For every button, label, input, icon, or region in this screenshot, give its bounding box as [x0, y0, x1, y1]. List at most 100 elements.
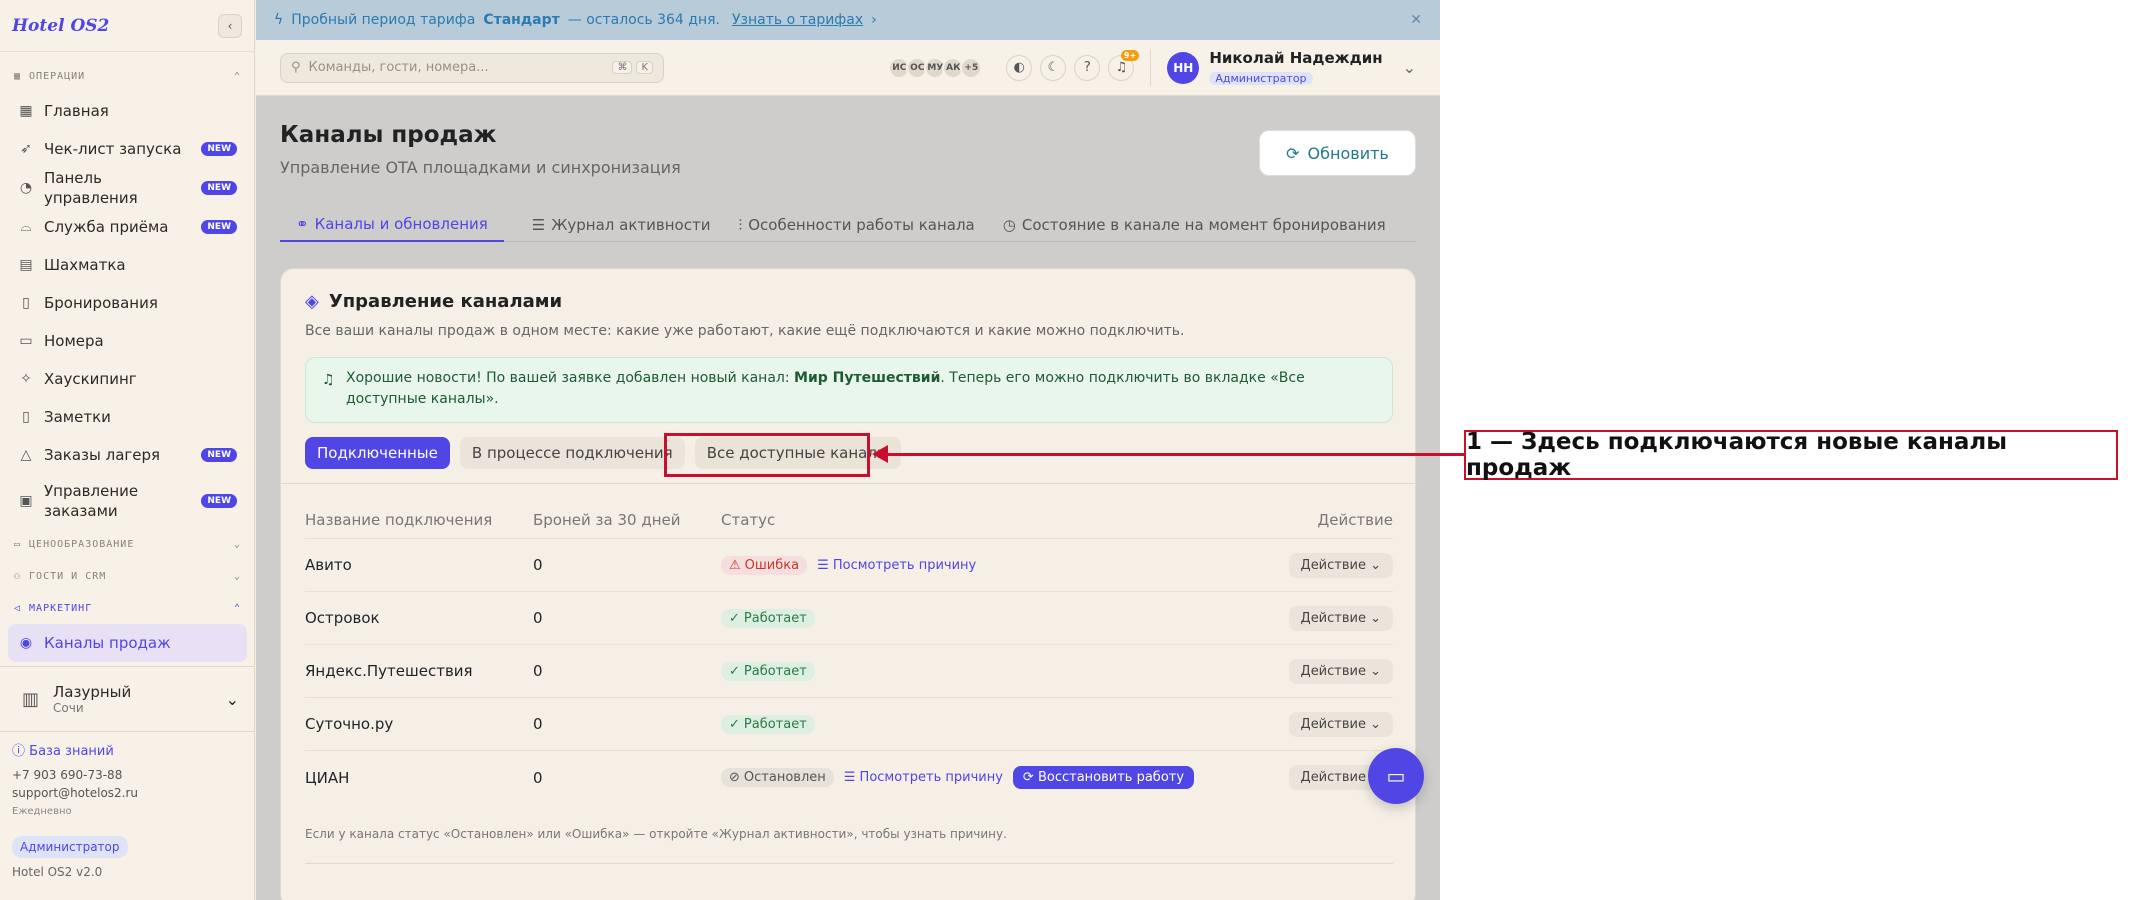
- sidebar-item-notes[interactable]: ▯ Заметки: [8, 398, 247, 436]
- close-icon[interactable]: ✕: [1410, 12, 1422, 28]
- view-reason-label: Посмотреть причину: [832, 557, 977, 573]
- sidebar-item-rooms[interactable]: ▭ Номера: [8, 322, 247, 360]
- chevron-up-icon: ⌃: [233, 602, 241, 614]
- sidebar-item-label: Служба приёма: [44, 218, 169, 236]
- bell-icon[interactable]: ♫ 9+: [1108, 49, 1140, 81]
- sidebar-item-bookings[interactable]: ▯ Бронирования: [8, 284, 247, 322]
- channel-name: Авито: [305, 556, 352, 574]
- sidebar-item-housekeeping[interactable]: ✧ Хаускипинг: [8, 360, 247, 398]
- bookings-count: 0: [533, 662, 543, 680]
- status-badge: ✓ Работает: [721, 608, 815, 628]
- sidebar-item-front-desk[interactable]: ⌓ Служба приёма NEW: [8, 208, 247, 246]
- users-icon: ⚇: [14, 570, 22, 582]
- view-reason-link[interactable]: ☰ Посмотреть причину: [844, 770, 1003, 785]
- search-icon: ⚲: [291, 60, 301, 75]
- kbd-k: K: [636, 61, 653, 74]
- sidebar-footer: ⓘ База знаний +7 903 690-73-88 support@h…: [12, 742, 247, 882]
- tab-label: Каналы и обновления: [314, 215, 488, 233]
- action-dropdown[interactable]: Действие ⌄: [1288, 605, 1393, 631]
- list-check-icon: ☰: [531, 216, 546, 234]
- user-role: Администратор: [1209, 72, 1313, 85]
- restore-button[interactable]: ⟳ Восстановить работу: [1012, 766, 1195, 789]
- help-circle-icon: ⓘ: [12, 744, 26, 759]
- status-badge: ⊘ Остановлен: [721, 768, 834, 787]
- tab-channels[interactable]: ⚭ Каналы и обновления: [280, 208, 504, 242]
- section-guests-crm[interactable]: ⚇ ГОСТИ И CRM ⌄: [8, 560, 247, 592]
- property-name: Лазурный: [53, 683, 132, 701]
- kbd-cmd: ⌘: [612, 61, 633, 74]
- support-email[interactable]: support@hotelos2.ru: [12, 784, 247, 802]
- moon-icon[interactable]: ☾: [1040, 54, 1067, 81]
- view-reason-link[interactable]: ☰ Посмотреть причину: [817, 558, 976, 573]
- refresh-icon: ⟳: [1286, 143, 1300, 163]
- sidebar-item-label: Панель управления: [44, 169, 138, 207]
- megaphone-icon: ◁: [14, 602, 22, 614]
- palette-icon[interactable]: ◐: [1006, 54, 1033, 81]
- search-input[interactable]: ⚲ Команды, гости, номера... ⌘ K: [280, 52, 664, 83]
- section-marketing[interactable]: ◁ МАРКЕТИНГ ⌃: [8, 592, 247, 624]
- refresh-button[interactable]: ⟳ Обновить: [1259, 130, 1416, 176]
- status-hint: Если у канала статус «Остановлен» или «О…: [305, 827, 1007, 841]
- sidebar-item-dashboard[interactable]: ◔ Панель управления NEW: [8, 168, 247, 208]
- status-text: Остановлен: [743, 770, 826, 785]
- chat-button[interactable]: ▭: [1368, 748, 1424, 804]
- grid-icon: ▦: [14, 70, 22, 82]
- filter-in-progress[interactable]: В процессе подключения: [459, 437, 685, 469]
- tab-activity-log[interactable]: ☰ Журнал активности: [532, 208, 711, 242]
- sidebar-item-home[interactable]: ▦ Главная: [8, 92, 247, 130]
- chevron-down-icon: ⌄: [233, 570, 241, 582]
- sidebar-item-camp-orders[interactable]: △ Заказы лагеря NEW: [8, 436, 247, 474]
- broadcast-icon: ◉: [19, 635, 33, 651]
- knowledge-base-link[interactable]: ⓘ База знаний: [12, 742, 247, 762]
- support-phone[interactable]: +7 903 690-73-88: [12, 766, 247, 784]
- sidebar-item-grid[interactable]: ▤ Шахматка: [8, 246, 247, 284]
- plans-link[interactable]: Узнать о тарифах: [732, 12, 863, 28]
- tabs: ⚭ Каналы и обновления ☰ Журнал активности …: [280, 208, 1416, 242]
- bell-concierge-icon: ⌓: [20, 219, 32, 235]
- column-header: Статус: [721, 510, 776, 529]
- link-icon: ⚭: [296, 215, 309, 233]
- collapse-sidebar-button[interactable]: ‹: [218, 13, 242, 38]
- card-subtitle: Все ваши каналы продаж в одном месте: ка…: [305, 323, 1185, 339]
- tab-label: Состояние в канале на момент бронировани…: [1021, 216, 1386, 234]
- new-badge: NEW: [201, 220, 237, 234]
- chevron-right-icon: ›: [871, 12, 877, 28]
- column-header: Броней за 30 дней: [533, 510, 681, 529]
- help-icon[interactable]: ?: [1074, 54, 1101, 81]
- trial-banner: ϟ Пробный период тарифа Стандарт — остал…: [256, 0, 1440, 40]
- action-label: Действие: [1300, 716, 1366, 732]
- sidebar-item-checklist[interactable]: ➶ Чек-лист запуска NEW: [8, 130, 247, 168]
- check-circle-icon: ✓: [729, 663, 740, 679]
- sidebar-item-label: Каналы продаж: [44, 634, 171, 652]
- sidebar-item-sales-channels[interactable]: ◉ Каналы продаж: [8, 624, 247, 662]
- action-dropdown[interactable]: Действие ⌄: [1288, 552, 1393, 578]
- table-icon: ▤: [19, 257, 33, 273]
- tab-channel-specifics[interactable]: ⫶ Особенности работы канала: [738, 208, 974, 242]
- alert-text: Хорошие новости! По вашей заявке добавле…: [346, 370, 790, 386]
- kb-label: База знаний: [29, 744, 114, 759]
- sidebar-nav: ▦ ОПЕРАЦИИ ⌃ ▦ Главная ➶ Чек-лист запуска NEW…: [0, 52, 255, 664]
- section-pricing[interactable]: ▭ ЦЕНООБРАЗОВАНИЕ ⌄: [8, 528, 247, 560]
- user-menu[interactable]: НН Николай Надеждин Администратор ⌄: [1150, 49, 1416, 86]
- action-dropdown[interactable]: Действие ⌄: [1288, 711, 1393, 737]
- tab-label: Журнал активности: [551, 216, 711, 234]
- property-switcher[interactable]: ▥ Лазурный Сочи ⌄: [0, 666, 255, 732]
- sidebar-item-order-management[interactable]: ▣ Управление заказами NEW: [8, 474, 247, 528]
- info-alert: ♫ Хорошие новости! По вашей заявке добавл…: [305, 357, 1393, 423]
- layers-icon: ◈: [305, 291, 319, 312]
- section-operations[interactable]: ▦ ОПЕРАЦИИ ⌃: [8, 60, 247, 92]
- action-label: Действие: [1300, 610, 1366, 626]
- annotation-callout: 1 — Здесь подключаются новые каналы прод…: [1464, 429, 2118, 481]
- chevron-down-icon: ⌄: [233, 538, 241, 550]
- filter-connected[interactable]: Подключенные: [305, 437, 450, 469]
- status-text: Работает: [743, 716, 807, 732]
- rocket-icon: ➶: [20, 141, 32, 157]
- online-users[interactable]: ИС ОС МУ АК +5: [888, 56, 983, 79]
- sidebar-item-label: Заметки: [44, 408, 111, 426]
- content-area: Каналы продаж Управление OTA площадками …: [256, 96, 1440, 900]
- tab-booking-state[interactable]: ◷ Состояние в канале на момент бронирован…: [1003, 208, 1386, 242]
- notification-count: 9+: [1121, 49, 1140, 61]
- action-dropdown[interactable]: Действие ⌄: [1288, 658, 1393, 684]
- check-circle-icon: ✓: [729, 716, 740, 732]
- search-placeholder: Команды, гости, номера...: [308, 60, 489, 75]
